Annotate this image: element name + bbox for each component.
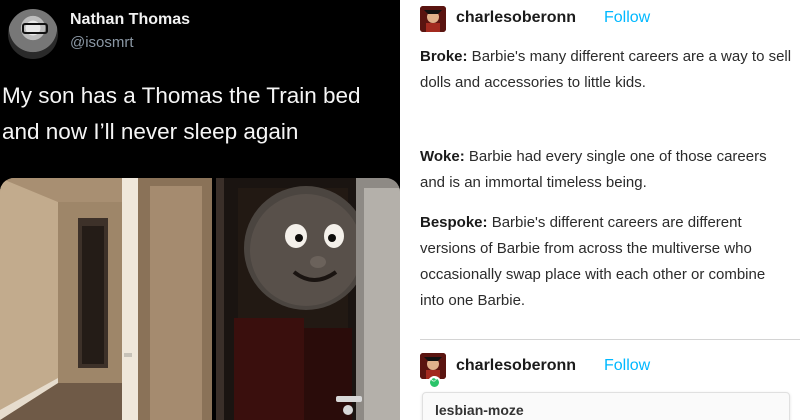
- nested-username[interactable]: lesbian-moze: [435, 402, 524, 418]
- post-divider: [420, 339, 800, 340]
- profile-avatar[interactable]: [8, 9, 58, 59]
- user-handle[interactable]: @isosmrt: [70, 34, 134, 51]
- thomas-bed-illustration: [216, 178, 400, 420]
- broke-paragraph: Broke: Barbie's many different careers a…: [420, 44, 792, 96]
- bespoke-paragraph: Bespoke: Barbie's different careers are …: [420, 210, 792, 314]
- woke-text: Barbie had every single one of those car…: [420, 148, 767, 191]
- reblog-icon: [428, 375, 441, 389]
- nested-reblog-card[interactable]: lesbian-moze: [422, 392, 790, 420]
- tweet-text: My son has a Thomas the Train bed and no…: [2, 83, 361, 144]
- post-username[interactable]: charlesoberonn: [456, 9, 576, 27]
- woke-paragraph: Woke: Barbie had every single one of tho…: [420, 144, 792, 196]
- display-name[interactable]: Nathan Thomas: [70, 11, 190, 29]
- follow-button[interactable]: Follow: [604, 9, 650, 27]
- dark-bedroom-photo[interactable]: [216, 178, 400, 420]
- woke-label: Woke:: [420, 148, 465, 165]
- reblog-username[interactable]: charlesoberonn: [456, 357, 576, 375]
- tweet-card: Nathan Thomas @isosmrt My son has a Thom…: [0, 0, 400, 420]
- bespoke-label: Bespoke:: [420, 214, 488, 231]
- reblog-follow-button[interactable]: Follow: [604, 357, 650, 375]
- broke-label: Broke:: [420, 48, 468, 65]
- broke-text: Barbie's many different careers are a wa…: [420, 48, 792, 91]
- avatar-icon: [420, 6, 446, 32]
- user-avatar[interactable]: [420, 6, 446, 32]
- tumblr-post: charlesoberonn Follow Broke: Barbie's ma…: [400, 0, 800, 420]
- hallway-illustration: [0, 178, 212, 420]
- hallway-photo[interactable]: [0, 178, 212, 420]
